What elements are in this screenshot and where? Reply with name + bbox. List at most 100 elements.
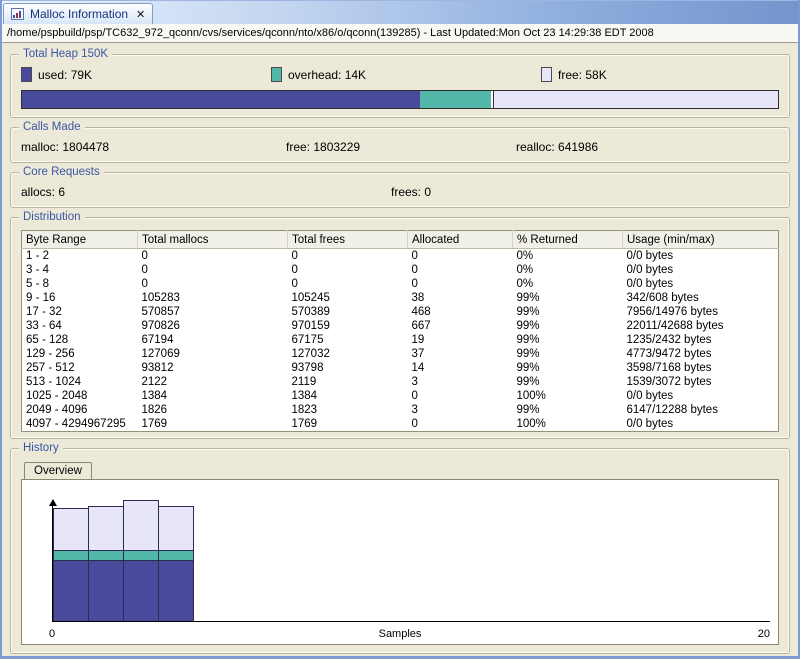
used-label: used: 79K xyxy=(38,67,93,82)
tab-overview[interactable]: Overview xyxy=(24,462,92,479)
distribution-row[interactable]: 65 - 128 67194 67175 19 99% 1235/2432 bytes xyxy=(22,333,779,347)
distribution-cell: 3 - 4 xyxy=(26,264,50,276)
heap-segment-free xyxy=(492,91,778,108)
distribution-cell: 5 - 8 xyxy=(26,278,50,290)
distribution-cell: 0/0 bytes xyxy=(626,250,674,262)
history-segment-overhead xyxy=(159,550,193,561)
core-requests-row: allocs: 6 frees: 0 xyxy=(21,185,779,199)
distribution-row[interactable]: 513 - 1024 2122 2119 3 99% 1539/3072 bytes xyxy=(22,375,779,389)
column-header--returned[interactable]: % Returned xyxy=(512,230,623,249)
distribution-cell: 0 xyxy=(141,264,148,276)
history-segment-overhead xyxy=(124,550,158,561)
history-segment-used xyxy=(89,561,123,621)
total-heap-group: Total Heap 150K used: 79K overhead: 14K … xyxy=(10,47,790,118)
distribution-cell: 17 - 32 xyxy=(26,306,62,318)
free-count: free: 1803229 xyxy=(286,140,361,154)
distribution-cell: 67194 xyxy=(141,334,174,346)
free-label: free: 58K xyxy=(558,67,607,82)
distribution-row[interactable]: 5 - 8 0 0 0 0% 0/0 bytes xyxy=(22,277,779,291)
x-axis-origin-label: 0 xyxy=(49,628,56,640)
distribution-cell: 3 xyxy=(411,376,418,388)
distribution-cell: 33 - 64 xyxy=(26,320,62,332)
distribution-row[interactable]: 1025 - 2048 1384 1384 0 100% 0/0 bytes xyxy=(22,389,779,403)
malloc-information-view: Malloc Information ✕ /home/pspbuild/psp/… xyxy=(0,0,800,659)
history-segment-overhead xyxy=(54,550,88,561)
distribution-cell: 3 xyxy=(411,404,418,416)
distribution-table: Byte Range Total mallocs Total frees Alloca… xyxy=(21,230,779,432)
distribution-cell: 1025 - 2048 xyxy=(26,390,88,402)
distribution-cell: 105245 xyxy=(291,292,330,304)
distribution-cell: 93812 xyxy=(141,362,174,374)
distribution-cell: 0 xyxy=(411,390,418,402)
history-bar-3 xyxy=(123,500,159,621)
column-header-total-frees[interactable]: Total frees xyxy=(287,230,408,249)
column-header-usage-min-max-[interactable]: Usage (min/max) xyxy=(622,230,779,249)
distribution-cell: 0 xyxy=(411,264,418,276)
distribution-cell: 1539/3072 bytes xyxy=(626,376,712,388)
distribution-cell: 99% xyxy=(516,334,540,346)
close-icon[interactable]: ✕ xyxy=(136,8,145,21)
distribution-cell: 129 - 256 xyxy=(26,348,75,360)
distribution-row[interactable]: 4097 - 4294967295 1769 1769 0 100% 0/0 bytes xyxy=(22,417,779,432)
distribution-cell: 0/0 bytes xyxy=(626,264,674,276)
x-axis xyxy=(52,621,770,622)
distribution-cell: 1769 xyxy=(291,418,318,430)
used-swatch-icon xyxy=(21,67,32,82)
calls-made-group: Calls Made malloc: 1804478 free: 1803229… xyxy=(10,120,790,163)
realloc-count: realloc: 641986 xyxy=(516,140,599,154)
distribution-cell: 0 xyxy=(411,250,418,262)
distribution-row[interactable]: 3 - 4 0 0 0 0% 0/0 bytes xyxy=(22,263,779,277)
malloc-view-icon xyxy=(11,7,25,21)
x-axis-label: Samples xyxy=(378,628,422,640)
distribution-cell: 7956/14976 bytes xyxy=(626,306,718,318)
distribution-row[interactable]: 33 - 64 970826 970159 667 99% 22011/42688 byt… xyxy=(22,319,779,333)
distribution-cell: 99% xyxy=(516,376,540,388)
column-header-byte-range[interactable]: Byte Range xyxy=(21,230,138,249)
distribution-cell: 127032 xyxy=(291,348,330,360)
distribution-cell: 99% xyxy=(516,362,540,374)
history-segment-free xyxy=(54,509,88,550)
heap-usage-bar xyxy=(21,90,779,109)
legend-item-overhead: overhead: 14K xyxy=(271,67,541,82)
distribution-row[interactable]: 129 - 256 127069 127032 37 99% 4773/9472 byte… xyxy=(22,347,779,361)
distribution-row[interactable]: 2049 - 4096 1826 1823 3 99% 6147/12288 bytes xyxy=(22,403,779,417)
distribution-cell: 0% xyxy=(516,264,534,276)
distribution-cell: 9 - 16 xyxy=(26,292,56,304)
distribution-row[interactable]: 9 - 16 105283 105245 38 99% 342/608 bytes xyxy=(22,291,779,305)
history-bar-4 xyxy=(158,506,194,621)
free-swatch-icon xyxy=(541,67,552,82)
column-header-allocated[interactable]: Allocated xyxy=(407,230,513,249)
distribution-cell: 2119 xyxy=(291,376,317,388)
column-header-total-mallocs[interactable]: Total mallocs xyxy=(137,230,288,249)
distribution-cell: 99% xyxy=(516,348,540,360)
history-chart-panel: 0 Samples 20 xyxy=(21,479,779,645)
distribution-cell: 1769 xyxy=(141,418,168,430)
history-bars xyxy=(53,500,194,621)
distribution-row[interactable]: 1 - 2 0 0 0 0% 0/0 bytes xyxy=(22,249,779,264)
tab-malloc-information[interactable]: Malloc Information ✕ xyxy=(3,3,154,24)
distribution-cell: 99% xyxy=(516,292,540,304)
distribution-cell: 570857 xyxy=(141,306,180,318)
distribution-cell: 1 - 2 xyxy=(26,250,50,262)
overhead-swatch-icon xyxy=(271,67,282,82)
distribution-cell: 0 xyxy=(291,264,298,276)
distribution-cell: 0/0 bytes xyxy=(626,390,674,402)
legend-item-free: free: 58K xyxy=(541,67,779,82)
distribution-cell: 0 xyxy=(141,250,148,262)
resource-path-bar: /home/pspbuild/psp/TC632_972_qconn/cvs/s… xyxy=(2,24,798,43)
distribution-cell: 127069 xyxy=(141,348,180,360)
calls-made-row: malloc: 1804478 free: 1803229 realloc: 6… xyxy=(21,140,779,154)
distribution-row[interactable]: 17 - 32 570857 570389 468 99% 7956/14976 byte… xyxy=(22,305,779,319)
distribution-cell: 342/608 bytes xyxy=(626,292,699,304)
distribution-cell: 99% xyxy=(516,320,540,332)
distribution-cell: 1826 xyxy=(141,404,168,416)
distribution-cell: 37 xyxy=(411,348,425,360)
view-content: Total Heap 150K used: 79K overhead: 14K … xyxy=(2,43,798,654)
distribution-cell: 0 xyxy=(291,250,298,262)
x-axis-end-label: 20 xyxy=(757,628,770,640)
distribution-cell: 3598/7168 bytes xyxy=(626,362,712,374)
distribution-title: Distribution xyxy=(19,210,85,225)
distribution-cell: 0 xyxy=(141,278,148,290)
distribution-row[interactable]: 257 - 512 93812 93798 14 99% 3598/7168 bytes xyxy=(22,361,779,375)
distribution-cell: 0% xyxy=(516,250,534,262)
